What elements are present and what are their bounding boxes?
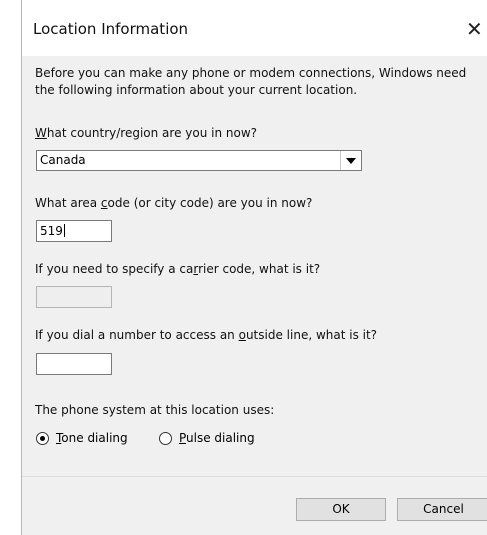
country-select[interactable]: Canada <box>36 150 362 171</box>
location-information-dialog: Location Information ✕ Before you can ma… <box>21 0 487 535</box>
outside-line-input[interactable] <box>36 353 112 375</box>
area-code-input[interactable]: 519 <box>36 220 112 242</box>
chevron-down-icon[interactable] <box>340 151 361 170</box>
area-code-value: 519 <box>40 224 63 238</box>
cancel-button[interactable]: Cancel <box>397 498 487 521</box>
carrier-code-input <box>36 286 112 308</box>
carrier-code-label: If you need to specify a carrier code, w… <box>35 262 321 276</box>
close-button[interactable]: ✕ <box>466 16 487 42</box>
dialog-content: Before you can make any phone or modem c… <box>22 56 487 476</box>
outside-line-label: If you dial a number to access an outsid… <box>35 328 378 342</box>
pulse-dialing-radio[interactable]: Pulse dialing <box>159 431 255 445</box>
country-label: What country/region are you in now? <box>35 126 258 140</box>
radio-unselected-icon <box>159 431 172 445</box>
title-bar: Location Information ✕ <box>22 0 487 56</box>
area-code-label-accesskey: c <box>100 196 108 210</box>
phone-system-label: The phone system at this location uses: <box>35 403 275 417</box>
outside-line-label-accesskey: o <box>238 328 246 342</box>
intro-text-line-2: the following information about your cur… <box>35 83 358 97</box>
tone-dialing-radio[interactable]: Tone dialing <box>36 431 128 445</box>
area-code-label: What area code (or city code) are you in… <box>35 196 313 210</box>
text-caret <box>63 224 65 237</box>
close-icon: ✕ <box>466 17 483 41</box>
country-select-value: Canada <box>40 153 86 167</box>
dialog-footer: OK Cancel <box>22 476 487 535</box>
tone-dialing-label: Tone dialing <box>56 431 128 445</box>
country-label-accesskey: W <box>35 126 47 140</box>
ok-button[interactable]: OK <box>296 498 386 521</box>
intro-text-line-1: Before you can make any phone or modem c… <box>35 66 467 80</box>
dialog-title: Location Information <box>33 20 189 38</box>
pulse-dialing-label: Pulse dialing <box>179 431 255 445</box>
radio-selected-icon <box>36 431 49 445</box>
